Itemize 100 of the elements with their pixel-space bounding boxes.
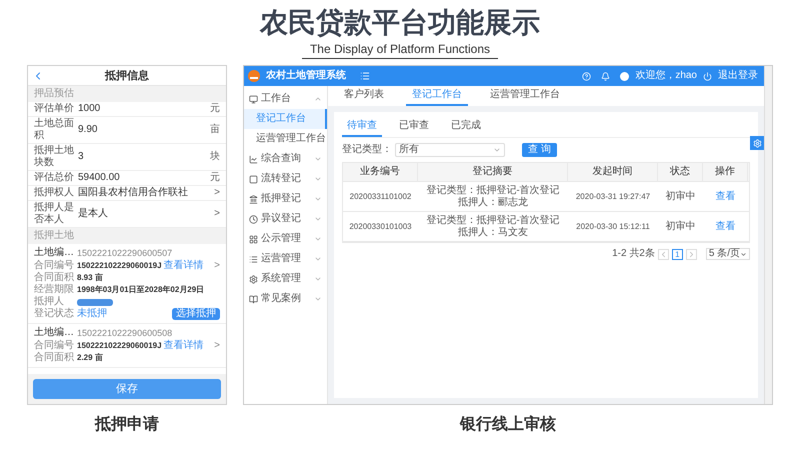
table-cell: 登记类型：抵押登记-首次登记 [426, 184, 560, 196]
field-value: 59400.00 [78, 172, 121, 184]
field-unit: 元 [210, 103, 220, 115]
land-field-label: 合同面积 [34, 272, 74, 284]
settings-button[interactable] [750, 136, 764, 150]
table-cell: 抵押人：郦志龙 [458, 196, 528, 208]
sidebar-item[interactable]: 综合查询 [244, 149, 327, 169]
column-header: 登记摘要 [418, 163, 568, 181]
land-field-label: 合同面积 [34, 352, 74, 364]
avatar-icon [620, 72, 630, 80]
field-label: 土地总面积 [34, 118, 74, 142]
land-label: 土地编… [34, 327, 74, 339]
land-field-label: 经营期限 [34, 284, 74, 296]
field-unit: > [214, 187, 220, 199]
section-heading: 抵押土地 [33, 228, 75, 243]
logo-icon [248, 70, 260, 82]
land-label: 土地编… [34, 247, 74, 259]
grid-icon [249, 234, 258, 244]
status-tab[interactable]: 已完成 [446, 120, 486, 137]
field-value: 1000 [78, 103, 102, 115]
slide-subtitle: The Display of Platform Functions [302, 40, 498, 59]
panel-caption: 银行线上审核 [460, 414, 556, 435]
caret-icon [314, 275, 322, 283]
caret-icon [314, 295, 322, 303]
caret-icon [314, 155, 322, 163]
bell-icon[interactable] [601, 72, 610, 80]
sidebar-item[interactable]: 工作台 [244, 89, 327, 109]
caret-icon [314, 95, 322, 103]
section-heading: 押品预估 [33, 87, 75, 101]
arrow-text: > [214, 340, 220, 352]
land-field-value: 1998年03月01日至2028年02月29日 [77, 284, 204, 296]
field-label: 评估总价 [34, 172, 74, 184]
table-cell-text: 2020-03-30 15:12:11 [575, 220, 651, 232]
logout-icon[interactable] [703, 72, 712, 80]
caret-icon [740, 250, 747, 258]
sidebar-item[interactable]: 常见案例 [244, 289, 327, 309]
welcome-text: 欢迎您，zhao [635, 70, 697, 82]
field-label: 评估单价 [34, 103, 74, 115]
land-field-value: 150222102229060019J [77, 260, 162, 272]
bank-icon [249, 194, 258, 204]
table-cell: 登记类型：抵押登记-首次登记 [426, 214, 560, 226]
field-unit: 亩 [210, 124, 220, 136]
app-logo-text: 农村土地管理系统 [266, 70, 346, 82]
filter-label: 登记类型： [342, 144, 392, 156]
land-field-value: 8.93 亩 [77, 272, 103, 284]
field-label: 抵押土地块数 [34, 145, 74, 169]
table-cell-text: 初审中 [664, 190, 696, 202]
status-text: 未抵押 [77, 308, 107, 320]
help-icon[interactable] [582, 72, 592, 80]
field-value: 9.90 [78, 124, 98, 136]
land-field-label: 合同编号 [34, 260, 74, 272]
chart-icon [249, 154, 258, 164]
caret-icon [493, 146, 501, 154]
arrow-text: > [214, 260, 220, 272]
sidebar-item[interactable]: 运营管理 [244, 249, 327, 269]
book-icon [249, 294, 258, 304]
type-select[interactable]: 所有 [395, 143, 505, 157]
table-cell-text: 2020-03-31 19:27:47 [574, 190, 652, 202]
caret-icon [314, 235, 322, 243]
field-unit: 块 [210, 151, 220, 163]
column-header: 发起时间 [568, 163, 658, 181]
page-size-select[interactable]: 5 条/页 [706, 248, 750, 260]
square-icon [249, 174, 258, 184]
caret-icon [314, 175, 322, 183]
field-value: 3 [78, 151, 85, 163]
land-number: 1502221022290600508 [77, 327, 172, 339]
land-field-label: 登记状态 [34, 308, 74, 320]
sidebar-item[interactable]: 公示管理 [244, 229, 327, 249]
sidebar-subitem[interactable]: 运营管理工作台 [244, 129, 327, 149]
scrollbar[interactable] [764, 66, 772, 404]
field-unit: 元 [210, 172, 220, 184]
land-field-value: 150222102229060019J [77, 340, 162, 352]
field-label: 抵押人是否本人 [34, 202, 74, 226]
table-cell-text: 20200330101003 [348, 220, 413, 232]
column-header: 操作 [703, 163, 748, 181]
land-field-label: 合同编号 [34, 340, 74, 352]
phone-title: 抵押信息 [105, 70, 149, 82]
clock-icon [249, 214, 258, 224]
caret-icon [314, 215, 322, 223]
land-number: 1502221022290600507 [77, 247, 172, 259]
monitor-icon [249, 94, 258, 104]
caret-icon [314, 195, 322, 203]
caret-icon [314, 255, 322, 263]
status-tab[interactable]: 已审查 [394, 120, 434, 137]
page-tab[interactable]: 运营管理工作台 [484, 89, 566, 106]
sidebar-item[interactable]: 抵押登记 [244, 189, 327, 209]
field-value: 国阳县农村信用合作联社 [78, 187, 189, 199]
menu-icon[interactable] [360, 71, 370, 81]
sidebar-item[interactable]: 流转登记 [244, 169, 327, 189]
slide-title: 农民贷款平台功能展示 [260, 6, 540, 40]
table-cell-text: 20200331101002 [348, 190, 412, 202]
pagination-summary: 1-2 共2条 [612, 248, 655, 260]
column-header: 业务编号 [343, 163, 418, 181]
sidebar-item[interactable]: 系统管理 [244, 269, 327, 289]
land-field-label: 抵押人 [34, 296, 65, 308]
settings-icon [249, 274, 258, 284]
list-icon [249, 254, 258, 264]
sidebar-item[interactable]: 异议登记 [244, 209, 327, 229]
field-value: 是本人 [78, 208, 109, 220]
page-tab[interactable]: 客户列表 [338, 89, 390, 106]
